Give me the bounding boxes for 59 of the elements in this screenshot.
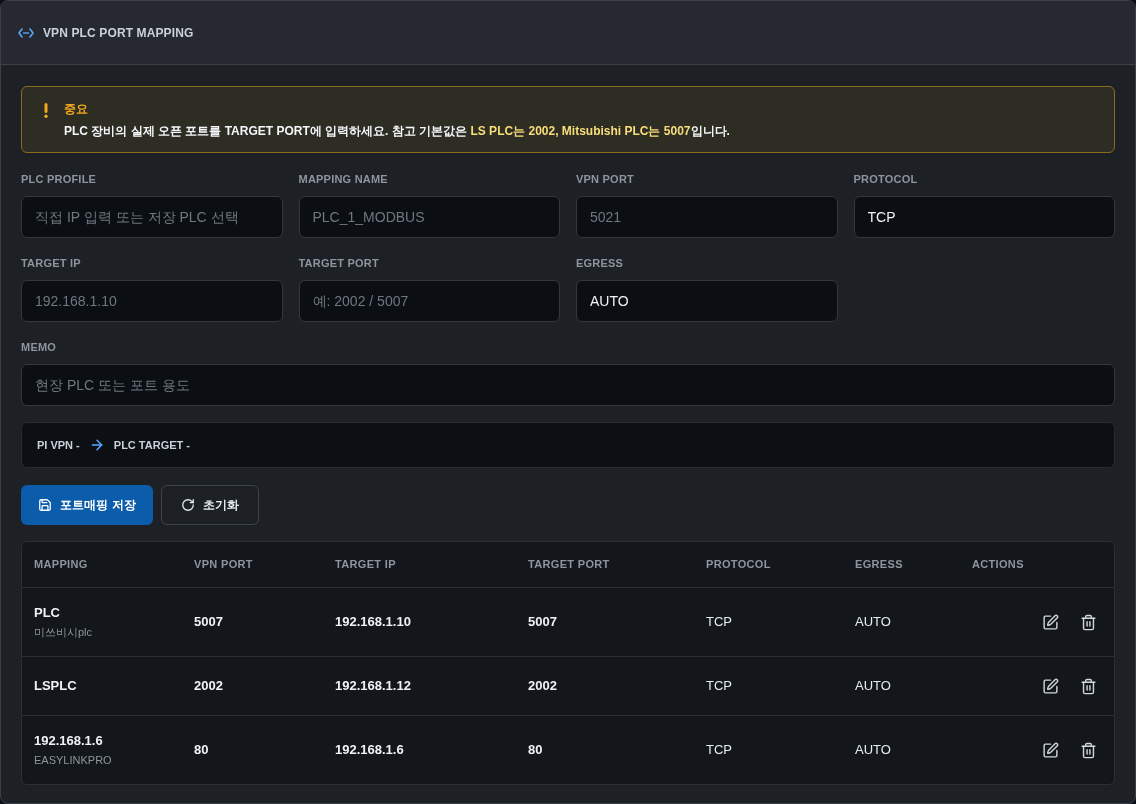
field-label: MEMO [21, 340, 58, 354]
table-cell: 5007 [194, 613, 223, 631]
field-label: MAPPING NAME [298, 172, 389, 186]
table-cell: 2002 [194, 677, 223, 695]
input-field[interactable]: 현장 PLC 또는 포트 용도 [21, 364, 1115, 406]
column-header: PROTOCOL [706, 557, 771, 573]
table-cell: 192.168.1.6 [335, 741, 404, 759]
panel-title: VPN PLC PORT MAPPING [43, 24, 194, 42]
field-label: PLC PROFILE [21, 172, 98, 186]
trash-icon [1079, 677, 1097, 695]
table-cell: AUTO [855, 677, 891, 695]
column-header: TARGET IP [335, 557, 396, 573]
column-header: VPN PORT [194, 557, 253, 573]
cell-subtext: 미쓰비시plc [34, 625, 93, 639]
input-field[interactable]: TCP [853, 196, 1115, 238]
table-cell: TCP [706, 741, 732, 759]
edit-icon [1041, 613, 1059, 631]
edit-icon [1041, 677, 1059, 695]
notice-message: PLC 장비의 실제 오픈 포트를 TARGET PORT에 입력하세요. 참고 기본값은 LS PLC는 2002, Mitsubishi PLC는 5007입니다. [64, 123, 730, 139]
field-label: VPN PORT [576, 172, 635, 186]
table-cell: 192.168.1.12 [335, 677, 411, 695]
field-label: TARGET PORT [298, 256, 380, 270]
input-field[interactable]: AUTO [576, 280, 838, 322]
table-cell: PLC [34, 605, 60, 621]
table-cell: AUTO [855, 741, 891, 759]
table-cell: LSPLC [34, 678, 77, 694]
input-field[interactable]: 직접 IP 입력 또는 저장 PLC 선택 [21, 196, 283, 238]
table-cell: 192.168.1.6 [34, 733, 103, 749]
column-header: MAPPING [34, 557, 88, 573]
column-header: TARGET PORT [528, 557, 610, 573]
input-field[interactable]: PLC_1_MODBUS [298, 196, 560, 238]
table-cell: TCP [706, 677, 732, 695]
trash-icon [1079, 741, 1097, 759]
edit-icon [1041, 741, 1059, 759]
cell-subtext: EASYLINKPRO [34, 753, 112, 767]
table-cell: AUTO [855, 613, 891, 631]
table-cell: 2002 [528, 677, 557, 695]
trash-icon [1079, 613, 1097, 631]
route-target: PLC TARGET - [113, 437, 190, 453]
table-cell: 80 [528, 741, 543, 759]
rotate-arrow-icon [181, 498, 195, 512]
field-label: EGRESS [576, 256, 625, 270]
field-label: TARGET IP [21, 256, 82, 270]
notice-title: 중요 [64, 102, 89, 116]
input-field[interactable]: 5021 [576, 196, 838, 238]
table-cell: 80 [194, 741, 209, 759]
code-icon [18, 27, 34, 38]
exclamation-icon [44, 103, 48, 118]
input-field[interactable]: 예: 2002 / 5007 [298, 280, 560, 322]
column-header: ACTIONS [972, 557, 1024, 573]
column-header: EGRESS [855, 557, 903, 573]
reset-button[interactable]: 초기화 [161, 485, 259, 525]
table-cell: 5007 [528, 613, 557, 631]
input-field[interactable]: 192.168.1.10 [21, 280, 283, 322]
route-source: PI VPN - [37, 437, 80, 453]
table-cell: TCP [706, 613, 732, 631]
field-label: PROTOCOL [853, 172, 919, 186]
table-cell: 192.168.1.10 [335, 613, 411, 631]
save-button[interactable]: 포트매핑 저장 [21, 485, 153, 525]
